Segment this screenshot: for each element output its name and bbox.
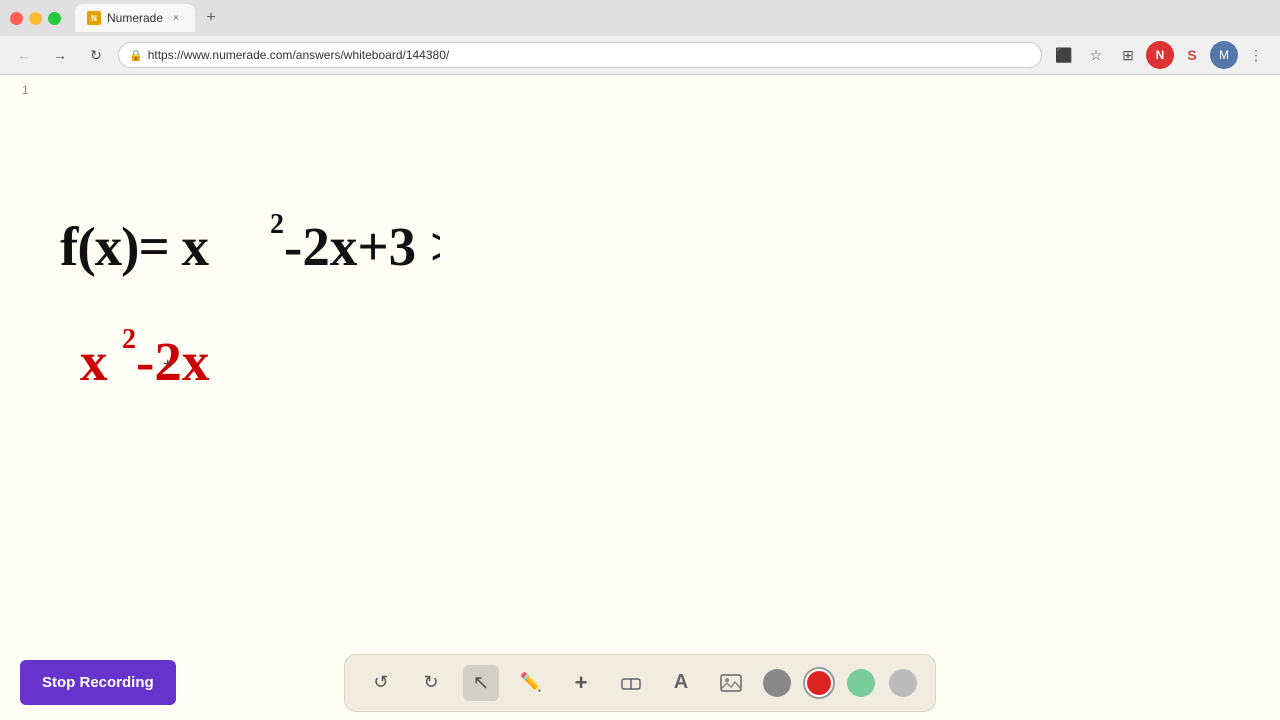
sub-equation-svg: x 2 -2x [80,320,250,395]
active-tab[interactable]: N Numerade × [75,4,195,32]
traffic-lights [10,12,61,25]
whiteboard[interactable]: 1 f(x)= x 2 -2x+3 >0 x 2 -2x + Stop Reco… [0,75,1280,720]
svg-text:-2x+3 >0: -2x+3 >0 [284,216,440,277]
pen-icon: ✏️ [520,672,542,693]
main-equation-svg: f(x)= x 2 -2x+3 >0 [60,205,440,280]
svg-text:f(x)= x: f(x)= x [60,216,210,277]
select-tool-button[interactable]: ↖ [463,665,499,701]
color-green-button[interactable] [847,669,875,697]
cursor-icon: ↖ [473,670,490,695]
image-tool-button[interactable] [713,665,749,701]
browser-chrome: N Numerade × + ← → ↻ 🔒 https://www.numer… [0,0,1280,75]
lock-icon: 🔒 [129,49,143,62]
stop-recording-button[interactable]: Stop Recording [20,660,176,705]
text-tool-button[interactable]: A [663,665,699,701]
svg-text:2: 2 [270,209,284,240]
url-text: https://www.numerade.com/answers/whitebo… [148,48,450,62]
back-button[interactable]: ← [10,41,38,69]
minimize-window-button[interactable] [29,12,42,25]
text-icon: A [674,671,688,694]
bookmark-button[interactable]: ☆ [1082,41,1110,69]
title-bar: N Numerade × + [0,0,1280,36]
tab-title: Numerade [107,11,163,25]
svg-text:2: 2 [122,324,136,355]
main-equation: f(x)= x 2 -2x+3 >0 [60,205,440,290]
bottom-toolbar: Stop Recording ↺ ↻ ↖ ✏️ + [0,645,1280,720]
add-button[interactable]: + [563,665,599,701]
sub-equation: x 2 -2x [80,320,440,405]
svg-text:x: x [80,331,108,392]
color-lightgray-button[interactable] [889,669,917,697]
tab-favicon: N [87,11,101,25]
menu-button[interactable]: ⋮ [1242,41,1270,69]
redo-icon: ↻ [423,672,438,693]
close-window-button[interactable] [10,12,23,25]
eraser-icon [620,672,642,694]
more-tools-button[interactable]: S [1178,41,1206,69]
refresh-button[interactable]: ↻ [82,41,110,69]
extensions-button[interactable]: ⊞ [1114,41,1142,69]
redo-button[interactable]: ↻ [413,665,449,701]
undo-button[interactable]: ↺ [363,665,399,701]
toolbar-actions: ⬛ ☆ ⊞ N S M ⋮ [1050,41,1270,69]
pen-tool-button[interactable]: ✏️ [513,665,549,701]
user-account-button[interactable]: M [1210,41,1238,69]
color-gray-button[interactable] [763,669,791,697]
svg-text:-2x: -2x [136,331,210,392]
plus-icon: + [575,670,588,696]
profile-button[interactable]: N [1146,41,1174,69]
undo-icon: ↺ [373,672,388,693]
maximize-window-button[interactable] [48,12,61,25]
eraser-button[interactable] [613,665,649,701]
color-red-button[interactable] [805,669,833,697]
math-content: f(x)= x 2 -2x+3 >0 x 2 -2x [60,205,440,405]
cast-button[interactable]: ⬛ [1050,41,1078,69]
address-bar[interactable]: 🔒 https://www.numerade.com/answers/white… [118,42,1042,68]
forward-button[interactable]: → [46,41,74,69]
tab-close-button[interactable]: × [169,11,183,25]
drawing-toolbar: ↺ ↻ ↖ ✏️ + [344,654,936,712]
page-number: 1 [22,83,29,97]
browser-toolbar: ← → ↻ 🔒 https://www.numerade.com/answers… [0,36,1280,75]
new-tab-button[interactable]: + [199,6,223,30]
tab-bar: N Numerade × + [75,4,223,32]
image-icon [719,671,743,695]
